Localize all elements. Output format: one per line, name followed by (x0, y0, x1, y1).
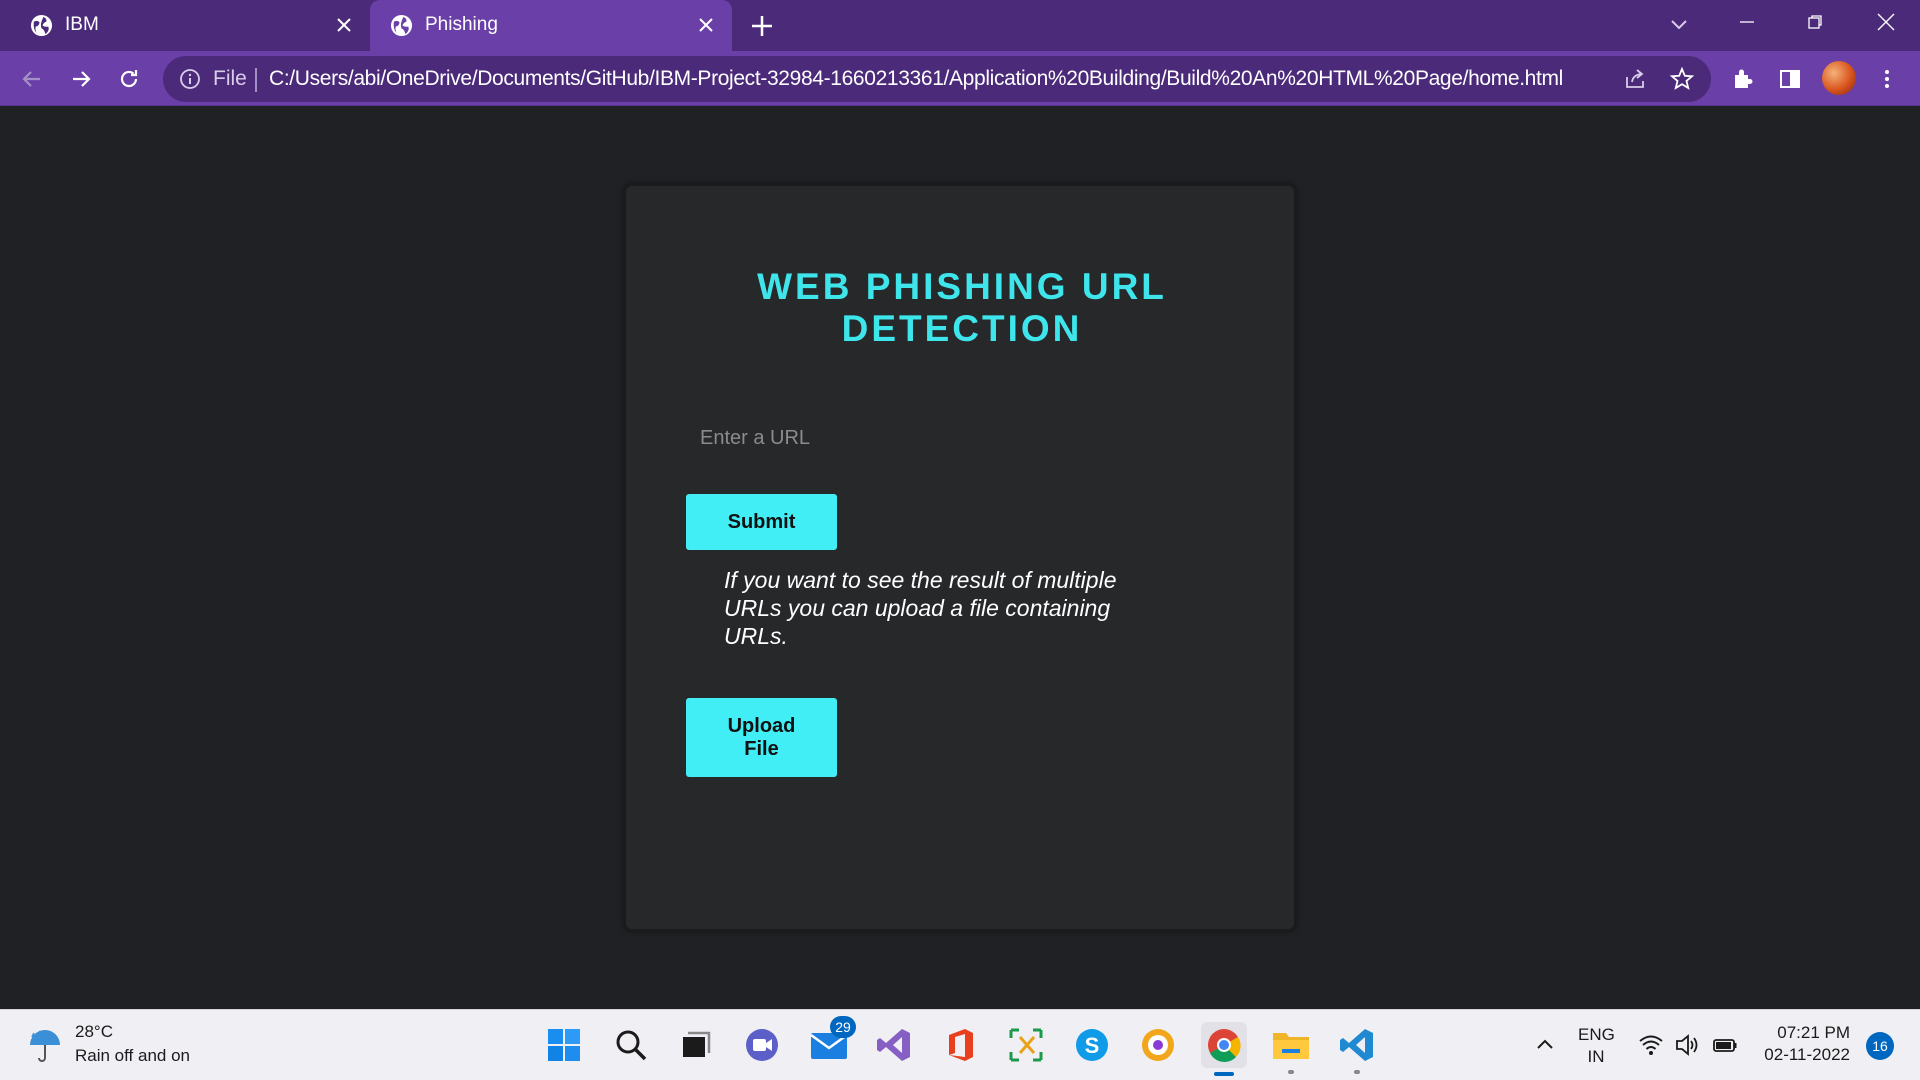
chat-icon[interactable] (741, 1024, 783, 1066)
search-icon[interactable] (610, 1024, 652, 1066)
arrow-right-icon (73, 71, 91, 87)
wifi-icon[interactable] (1638, 1032, 1664, 1058)
windows-start-icon[interactable] (543, 1024, 585, 1066)
chrome-icon[interactable] (1201, 1022, 1247, 1076)
skype-icon[interactable]: S (1071, 1024, 1113, 1066)
task-view-icon[interactable] (675, 1024, 717, 1066)
mail-icon[interactable]: 29 (808, 1016, 856, 1066)
side-panel-icon (1780, 70, 1800, 88)
globe-icon (390, 14, 413, 37)
volume-icon[interactable] (1674, 1032, 1700, 1058)
vpn-icon[interactable] (1137, 1024, 1179, 1066)
tab-title: IBM (65, 14, 99, 35)
running-app-indicator (1354, 1070, 1360, 1074)
office-icon[interactable] (939, 1024, 981, 1066)
visual-studio-icon[interactable] (873, 1024, 915, 1066)
page-title-line-2: DETECTION (841, 308, 1083, 349)
window-close-button[interactable] (1852, 0, 1920, 44)
restore-button[interactable] (1781, 0, 1849, 44)
mail-unread-badge: 29 (830, 1016, 856, 1038)
svg-text:S: S (1085, 1033, 1100, 1058)
new-tab-plus-icon[interactable] (748, 12, 776, 40)
minimize-icon (1740, 21, 1754, 23)
share-icon[interactable] (1623, 67, 1647, 91)
url-scheme-label: File (213, 67, 247, 90)
browser-toolbar: File C:/Users/abi/OneDrive/Documents/Git… (0, 51, 1920, 106)
minimize-button[interactable] (1713, 0, 1781, 44)
snipping-tool-icon[interactable] (1005, 1024, 1047, 1066)
divider (255, 68, 257, 92)
close-icon[interactable] (694, 13, 718, 37)
reload-button[interactable] (113, 63, 145, 95)
active-app-indicator (1214, 1072, 1234, 1076)
url-input[interactable] (686, 416, 1126, 460)
close-icon[interactable] (332, 13, 356, 37)
language-code: ENG (1578, 1025, 1615, 1044)
extensions-button[interactable] (1728, 64, 1758, 94)
upload-hint-text: If you want to see the result of multipl… (724, 567, 1117, 649)
more-vertical-icon (1885, 70, 1889, 88)
notification-count-badge[interactable]: 16 (1866, 1032, 1894, 1060)
info-icon[interactable] (179, 68, 201, 90)
weather-description[interactable]: Rain off and on (75, 1046, 190, 1066)
reload-icon (120, 70, 138, 88)
page-title-line-1: WEB PHISHING URL (757, 266, 1167, 307)
globe-icon (30, 14, 53, 37)
address-bar[interactable]: File C:/Users/abi/OneDrive/Documents/Git… (163, 56, 1711, 102)
tab-ibm[interactable]: IBM (0, 0, 370, 51)
page-title: WEB PHISHING URL DETECTION (626, 266, 1298, 350)
weather-temperature[interactable]: 28°C (75, 1022, 113, 1042)
windows-taskbar: 28°C Rain off and on 29 S ENG IN 07:21 P… (0, 1009, 1920, 1080)
back-button[interactable] (16, 63, 48, 95)
battery-icon[interactable] (1712, 1032, 1738, 1058)
vscode-icon[interactable] (1336, 1024, 1378, 1074)
browser-menu-button[interactable] (1872, 64, 1902, 94)
clock[interactable]: 07:21 PM 02-11-2022 (1760, 1022, 1850, 1066)
tab-phishing[interactable]: Phishing (370, 0, 732, 51)
rain-umbrella-icon[interactable] (26, 1027, 64, 1065)
chevron-down-icon[interactable] (1666, 12, 1692, 38)
arrow-left-icon (22, 71, 40, 87)
upload-file-button[interactable]: Upload File (686, 698, 837, 777)
region-code: IN (1587, 1047, 1605, 1066)
detection-card: WEB PHISHING URL DETECTION Submit If you… (624, 184, 1296, 931)
clock-date: 02-11-2022 (1764, 1045, 1850, 1064)
chevron-up-icon[interactable] (1533, 1032, 1557, 1056)
language-indicator[interactable]: ENG IN (1578, 1024, 1615, 1068)
running-app-indicator (1288, 1070, 1294, 1074)
page-viewport: WEB PHISHING URL DETECTION Submit If you… (0, 107, 1920, 1009)
submit-button[interactable]: Submit (686, 494, 837, 550)
profile-avatar[interactable] (1822, 61, 1856, 95)
side-panel-button[interactable] (1775, 64, 1805, 94)
restore-icon (1808, 15, 1822, 29)
close-icon (1877, 13, 1895, 31)
forward-button[interactable] (65, 63, 97, 95)
tab-title: Phishing (425, 14, 498, 35)
url-text[interactable]: C:/Users/abi/OneDrive/Documents/GitHub/I… (269, 67, 1563, 91)
browser-tab-strip: IBM Phishing (0, 0, 1920, 51)
puzzle-icon (1735, 69, 1753, 88)
folder-icon[interactable] (1270, 1024, 1312, 1074)
clock-time: 07:21 PM (1777, 1023, 1850, 1042)
star-icon[interactable] (1669, 66, 1695, 92)
